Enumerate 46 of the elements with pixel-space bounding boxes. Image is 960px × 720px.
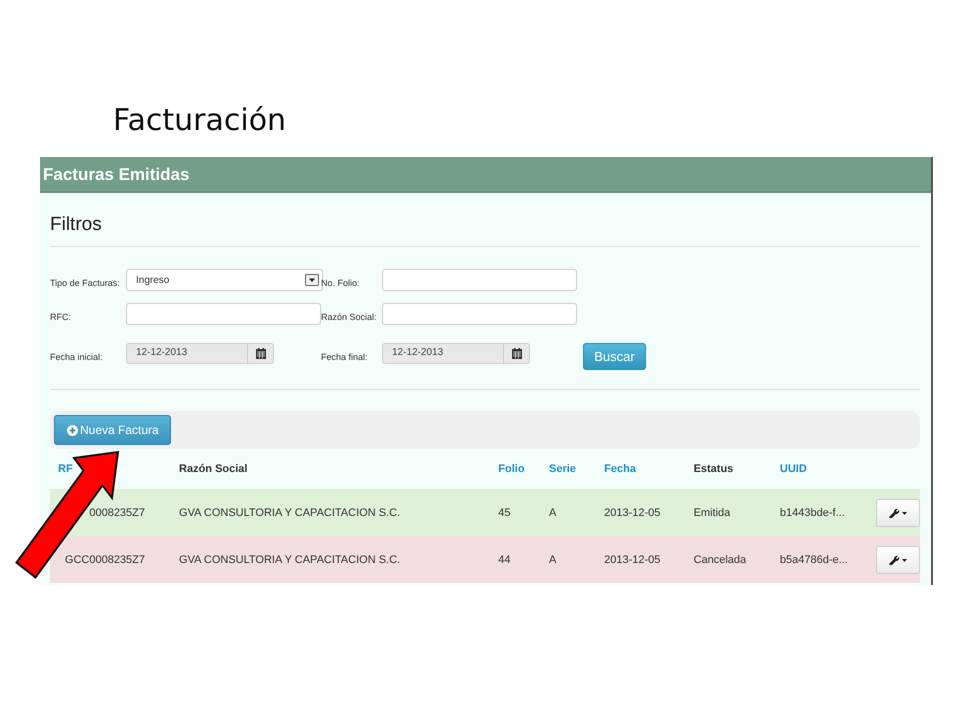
filters-heading: Filtros xyxy=(50,213,103,237)
table-cell: GCC0008235Z7 xyxy=(64,554,146,566)
table-cell: 0008235Z7 xyxy=(89,506,146,518)
table-cell: 2013-12-05 xyxy=(604,554,660,566)
panel-header: Facturas Emitidas xyxy=(40,157,931,193)
plus-circle-icon xyxy=(67,424,78,436)
sort-link[interactable]: Folio xyxy=(498,463,525,475)
input-field[interactable] xyxy=(382,269,577,291)
table-cell: Emitida xyxy=(694,506,730,518)
table-cell: GVA CONSULTORIA Y CAPACITACION S.C. xyxy=(179,506,400,518)
field-label: No. Folio: xyxy=(321,277,361,288)
table-cell: Cancelada xyxy=(694,554,746,566)
field-label: Razón Social: xyxy=(321,311,378,322)
new-invoice-button[interactable]: Nueva Factura xyxy=(54,415,171,445)
field-label: Fecha inicial: xyxy=(50,350,104,362)
table-cell: b5a4786d-e... xyxy=(780,554,848,566)
calendar-icon xyxy=(256,348,266,359)
column-header: Estatus xyxy=(694,463,734,475)
field-label: RFC: xyxy=(50,311,72,322)
sort-link[interactable]: Serie xyxy=(548,463,576,475)
table-cell: 45 xyxy=(498,506,511,518)
search-button[interactable]: Buscar xyxy=(583,343,646,370)
table-cell: GVA CONSULTORIA Y CAPACITACION S.C. xyxy=(179,554,400,566)
wrench-icon xyxy=(888,508,908,518)
field-label: Tipo de Facturas: xyxy=(50,277,121,288)
field-label: Fecha final: xyxy=(321,350,369,362)
calendar-icon xyxy=(512,348,522,359)
wrench-icon xyxy=(888,554,908,564)
slide-title: Facturación xyxy=(112,102,288,140)
sort-link[interactable]: RF xyxy=(58,463,73,475)
date-field[interactable]: 12-12-2013 xyxy=(126,343,274,364)
date-field[interactable]: 12-12-2013 xyxy=(382,343,530,364)
invoice-type-dropdown[interactable]: Ingreso xyxy=(126,269,323,291)
caret-icon xyxy=(305,274,319,286)
table-cell: 44 xyxy=(498,554,511,566)
table-cell: A xyxy=(548,506,556,518)
actions-button[interactable] xyxy=(876,498,920,526)
table-cell: A xyxy=(548,554,556,566)
table-cell: b1443bde-f... xyxy=(780,506,845,518)
sort-link[interactable]: Fecha xyxy=(604,463,636,475)
table-cell: 2013-12-05 xyxy=(604,506,660,518)
column-header: Razón Social xyxy=(179,463,248,475)
input-field[interactable] xyxy=(126,303,321,325)
sort-link[interactable]: UUID xyxy=(780,463,807,475)
actions-button[interactable] xyxy=(876,546,920,574)
input-field[interactable] xyxy=(382,303,577,325)
